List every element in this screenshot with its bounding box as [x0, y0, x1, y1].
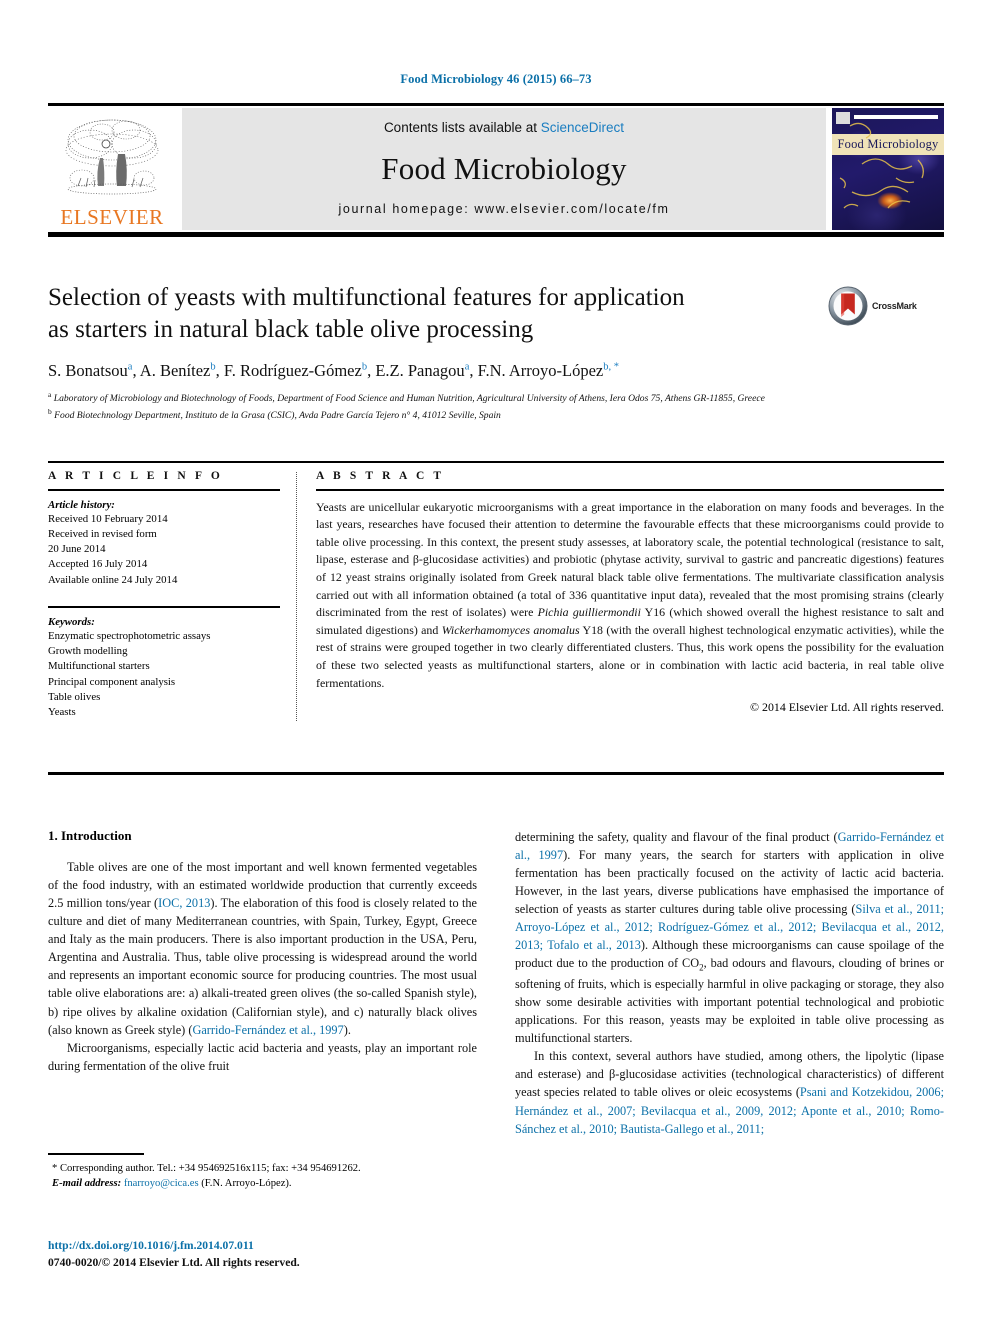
article-history-item: 20 June 2014 [48, 543, 106, 556]
elsevier-tree-icon [65, 119, 159, 195]
article-history-item: Received in revised form [48, 527, 157, 540]
info-band-top-rule [48, 461, 944, 463]
masthead-top-rule [48, 103, 944, 106]
author-name[interactable]: F. Rodríguez-Gómez [224, 361, 362, 380]
running-head: Food Microbiology 46 (2015) 66–73 [400, 72, 592, 86]
contents-available-line: Contents lists available at ScienceDirec… [384, 120, 624, 135]
article-history-item: Accepted 16 July 2014 [48, 558, 148, 571]
column-divider [296, 472, 298, 721]
article-history-item: Received 10 February 2014 [48, 512, 168, 525]
author-list: S. Bonatsoua, A. Benítezb, F. Rodríguez-… [48, 361, 619, 380]
author-name[interactable]: S. Bonatsou [48, 361, 128, 380]
doi-link[interactable]: http://dx.doi.org/10.1016/j.fm.2014.07.0… [48, 1237, 477, 1254]
email-address-label: E-mail address: [52, 1178, 122, 1190]
paper-page: Food Microbiology 46 (2015) 66–73 ELSEVI… [0, 0, 992, 1323]
info-band-bottom-rule [48, 772, 944, 775]
co2-subscript: 2 [699, 962, 704, 973]
abstract-column: A B S T R A C T Yeasts are unicellular e… [316, 470, 944, 721]
author-affil-mark: b [210, 361, 216, 373]
affiliation-mark: b [48, 406, 52, 416]
intro-paragraph-right-1: determining the safety, quality and flav… [515, 830, 945, 1046]
abstract-species-1: Pichia guilliermondii [537, 605, 641, 620]
author-name[interactable]: A. Benítez [140, 361, 211, 380]
corresponding-author-footnote: * Corresponding author. Tel.: +34 954692… [48, 1153, 477, 1192]
title-line-1: Selection of yeasts with multifunctional… [48, 284, 685, 311]
abstract-heading: A B S T R A C T [316, 470, 445, 482]
article-history-item: Available online 24 July 2014 [48, 573, 178, 586]
body-column-right: determining the safety, quality and flav… [515, 828, 944, 1138]
masthead-bottom-rule [48, 232, 944, 237]
body-column-left: 1. Introduction Table olives are one of … [48, 828, 477, 1138]
footnote-rule [48, 1153, 144, 1155]
cover-filament-overlay [839, 122, 924, 209]
keyword-item: Table olives [48, 690, 101, 703]
affiliation-block: a Laboratory of Microbiology and Biotech… [48, 390, 944, 422]
keyword-item: Multifunctional starters [48, 660, 150, 673]
footer-identifiers: http://dx.doi.org/10.1016/j.fm.2014.07.0… [48, 1237, 477, 1272]
journal-homepage-line[interactable]: journal homepage: www.elsevier.com/locat… [339, 202, 670, 216]
crossmark-label: CrossMark [872, 301, 917, 311]
crossmark-badge[interactable]: CrossMark [828, 284, 944, 328]
keyword-item: Growth modelling [48, 644, 128, 657]
affiliation-item: a Laboratory of Microbiology and Biotech… [48, 390, 944, 406]
keyword-item: Yeasts [48, 706, 76, 719]
citation-link[interactable]: Silva et al., 2011; Arroyo-López et al.,… [515, 902, 944, 952]
sciencedirect-link[interactable]: ScienceDirect [541, 120, 624, 135]
cover-image: Food Microbiology [832, 108, 944, 230]
author-name[interactable]: E.Z. Panagou [375, 361, 464, 380]
journal-cover-thumbnail: Food Microbiology [832, 108, 944, 230]
intro-paragraph-right-2: In this context, several authors have st… [515, 1049, 944, 1136]
issn-copyright-line: 0740-0020/© 2014 Elsevier Ltd. All right… [48, 1256, 300, 1270]
crossmark-icon [828, 286, 868, 326]
title-line-2: as starters in natural black table olive… [48, 316, 534, 343]
keyword-item: Enzymatic spectrophotometric assays [48, 629, 211, 642]
article-info-rule [48, 489, 280, 491]
abstract-part-1: Yeasts are unicellular eukaryotic microo… [316, 499, 944, 620]
article-info-heading: A R T I C L E I N F O [48, 470, 223, 482]
keywords-label: Keywords: [48, 615, 95, 628]
info-abstract-band: A R T I C L E I N F O Article history: R… [48, 470, 944, 721]
page-title: Selection of yeasts with multifunctional… [48, 282, 808, 346]
abstract-rule [316, 489, 944, 491]
author-affil-mark: b [361, 361, 368, 373]
section-heading-introduction: 1. Introduction [48, 828, 132, 843]
masthead-center-panel: Contents lists available at ScienceDirec… [182, 108, 826, 230]
journal-masthead: ELSEVIER Contents lists available at Sci… [48, 103, 944, 237]
affiliation-text: Laboratory of Microbiology and Biotechno… [53, 393, 765, 405]
elsevier-logo: ELSEVIER [48, 108, 176, 230]
citation-link[interactable]: Garrido-Fernández et al., 1997 [515, 830, 944, 862]
author-name[interactable]: F.N. Arroyo-López [478, 361, 604, 380]
keywords-rule [48, 606, 280, 608]
footnote-email-line: E-mail address: fnarroyo@cica.es (F.N. A… [48, 1176, 477, 1192]
intro-paragraph-left-2: Microorganisms, especially lactic acid b… [48, 1040, 477, 1073]
affiliation-text: Food Biotechnology Department, Instituto… [54, 409, 501, 421]
article-history-label: Article history: [48, 498, 115, 511]
author-affil-mark: b, * [603, 361, 619, 373]
email-link[interactable]: fnarroyo@cica.es [124, 1178, 199, 1189]
email-owner: (F.N. Arroyo-López). [198, 1178, 292, 1190]
title-and-authors: CrossMark Selection of yeasts with multi… [48, 282, 944, 423]
citation-link[interactable]: IOC, 2013 [158, 896, 210, 910]
citation-link[interactable]: Psani and Kotzekidou, 2006; Hernández et… [515, 1085, 944, 1135]
author-affil-mark: a [464, 361, 470, 373]
article-info-column: A R T I C L E I N F O Article history: R… [48, 470, 296, 721]
body-columns: 1. Introduction Table olives are one of … [48, 828, 944, 1138]
intro-paragraph-left-1: Table olives are one of the most importa… [48, 860, 477, 1037]
contents-prefix: Contents lists available at [383, 120, 541, 135]
journal-title: Food Microbiology [381, 150, 627, 186]
affiliation-mark: a [48, 390, 52, 400]
citation-link[interactable]: Garrido-Fernández et al., 1997 [192, 1023, 343, 1037]
author-affil-mark: a [127, 361, 133, 373]
abstract-copyright: © 2014 Elsevier Ltd. All rights reserved… [750, 700, 944, 715]
keyword-item: Principal component analysis [48, 675, 176, 688]
abstract-species-2: Wickerhamomyces anomalus [441, 622, 580, 637]
affiliation-item: b Food Biotechnology Department, Institu… [48, 407, 944, 423]
footnote-corresponding-line: * Corresponding author. Tel.: +34 954692… [52, 1162, 361, 1174]
elsevier-wordmark: ELSEVIER [60, 205, 164, 229]
abstract-body: Yeasts are unicellular eukaryotic microo… [316, 499, 944, 693]
